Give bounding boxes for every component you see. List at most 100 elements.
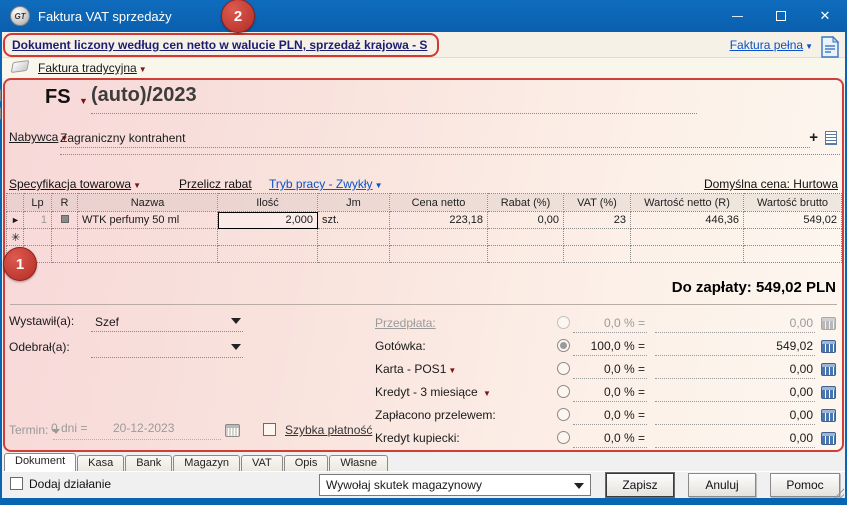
quick-payment-label[interactable]: Szybka płatność [285,423,372,437]
table-row[interactable]: ✳ [7,229,842,246]
cell-lp[interactable] [24,229,52,246]
cell-r-flag[interactable] [52,212,78,229]
cell-price[interactable] [390,246,488,263]
credit-dropdown[interactable]: Kredyt - 3 miesiące ▼ [375,385,491,399]
full-invoice-link[interactable]: Faktura pełna▼ [730,38,813,52]
col-cena-netto[interactable]: Cena netto [390,194,488,212]
add-action-checkbox[interactable] [10,477,23,490]
prepayment-percent-field[interactable]: 0,0 % = [573,314,647,333]
cell-gross[interactable] [744,246,842,263]
col-vat[interactable]: VAT (%) [564,194,631,212]
calendar-icon[interactable] [0,107,1,120]
col-jm[interactable]: Jm [318,194,390,212]
cash-amount-field[interactable]: 549,02 [655,337,815,356]
buyer-list-icon[interactable] [825,131,837,145]
col-wartosc-brutto[interactable]: Wartość brutto [744,194,842,212]
cell-jm[interactable] [318,246,390,263]
transfer-radio[interactable] [557,408,570,421]
card-amount-field[interactable]: 0,00 [655,360,815,379]
cancel-button[interactable]: Anuluj [688,473,756,497]
cell-qty-focused[interactable]: 2,000 [218,212,318,229]
cell-discount[interactable]: 0,00 [488,212,564,229]
doc-symbol[interactable]: FS [45,86,71,109]
cell-name[interactable] [78,229,218,246]
prepayment-radio[interactable] [557,316,570,329]
term-date[interactable]: 20-12-2023 [113,421,174,435]
minimize-button[interactable] [715,0,759,32]
cell-net[interactable] [631,246,744,263]
doc-symbol-dropdown-icon[interactable]: ▼ [79,96,88,106]
col-ilosc[interactable]: Ilość [218,194,318,212]
invoice-style-link[interactable]: Faktura tradycyjna▼ [38,61,147,75]
tab-bank[interactable]: Bank [125,455,172,471]
add-buyer-button[interactable]: + [809,129,818,146]
doc-number-field[interactable]: (auto)/2023 [91,84,697,114]
cell-gross[interactable] [744,229,842,246]
default-price-link[interactable]: Domyślna cena: Hurtowa [704,177,838,191]
col-r[interactable]: R [52,194,78,212]
tab-dokument[interactable]: Dokument [4,453,76,471]
credit-percent-field[interactable]: 0,0 % = [573,383,647,402]
spec-row: Specyfikacja towarowa▼ Przelicz rabat Tr… [5,177,842,193]
document-icon[interactable] [820,36,840,58]
work-mode-link[interactable]: Tryb pracy - Zwykły▼ [269,177,382,191]
cell-price[interactable] [390,229,488,246]
tab-kasa[interactable]: Kasa [77,455,124,471]
cell-qty[interactable] [218,246,318,263]
tab-opis[interactable]: Opis [284,455,329,471]
cell-name[interactable]: WTK perfumy 50 ml [78,212,218,229]
tab-vat[interactable]: VAT [241,455,283,471]
cell-net[interactable] [631,229,744,246]
col-lp[interactable]: Lp [24,194,52,212]
cell-net[interactable]: 446,36 [631,212,744,229]
cell-jm[interactable] [318,229,390,246]
app-icon: GT [10,6,30,26]
col-wartosc-netto[interactable]: Wartość netto (R) [631,194,744,212]
cell-r-flag[interactable] [52,229,78,246]
cell-vat[interactable] [564,229,631,246]
doctype-link[interactable]: Dokument liczony według cen netto w walu… [12,38,427,52]
spec-menu[interactable]: Specyfikacja towarowa▼ [9,177,141,191]
quick-payment-checkbox[interactable] [263,423,276,436]
tab-magazyn[interactable]: Magazyn [173,455,240,471]
credit-amount-field[interactable]: 0,00 [655,383,815,402]
col-rabat[interactable]: Rabat (%) [488,194,564,212]
calculator-icon[interactable] [821,317,836,330]
cell-price[interactable]: 223,18 [390,212,488,229]
credit-radio[interactable] [557,385,570,398]
buyer-field[interactable]: Zagraniczny kontrahent [60,128,810,148]
prepayment-amount-field[interactable]: 0,00 [655,314,815,333]
cell-discount[interactable] [488,229,564,246]
add-action-label[interactable]: Dodaj działanie [29,477,111,491]
cell-vat[interactable] [564,246,631,263]
maximize-button[interactable] [759,0,803,32]
col-nazwa[interactable]: Nazwa [78,194,218,212]
cell-vat[interactable]: 23 [564,212,631,229]
calculator-icon[interactable] [821,363,836,376]
cell-qty[interactable] [218,229,318,246]
card-radio[interactable] [557,362,570,375]
table-row[interactable] [7,246,842,263]
calculator-icon[interactable] [821,340,836,353]
prepayment-link[interactable]: Przedpłata: [375,316,436,330]
cell-jm[interactable]: szt. [318,212,390,229]
card-percent-field[interactable]: 0,0 % = [573,360,647,379]
help-button[interactable]: Pomoc [770,473,840,497]
cell-r-flag[interactable] [52,246,78,263]
cell-name[interactable] [78,246,218,263]
calendar-icon[interactable] [225,424,240,437]
recalc-discount-link[interactable]: Przelicz rabat [179,177,252,191]
save-button[interactable]: Zapisz [606,473,674,497]
card-dropdown[interactable]: Karta - POS1▼ [375,362,456,376]
buyer-address-field[interactable] [60,154,840,155]
calendar-icon[interactable] [0,89,1,102]
tab-wlasne[interactable]: Własne [329,455,388,471]
warehouse-effect-select[interactable]: Wywołaj skutek magazynowy [319,474,591,496]
cell-gross[interactable]: 549,02 [744,212,842,229]
cell-discount[interactable] [488,246,564,263]
calculator-icon[interactable] [821,386,836,399]
close-button[interactable]: ✕ [803,0,847,32]
cash-radio[interactable] [557,339,570,352]
table-row[interactable]: ► 1 WTK perfumy 50 ml 2,000 szt. 223,18 … [7,212,842,229]
cash-percent-field[interactable]: 100,0 % = [573,337,647,356]
